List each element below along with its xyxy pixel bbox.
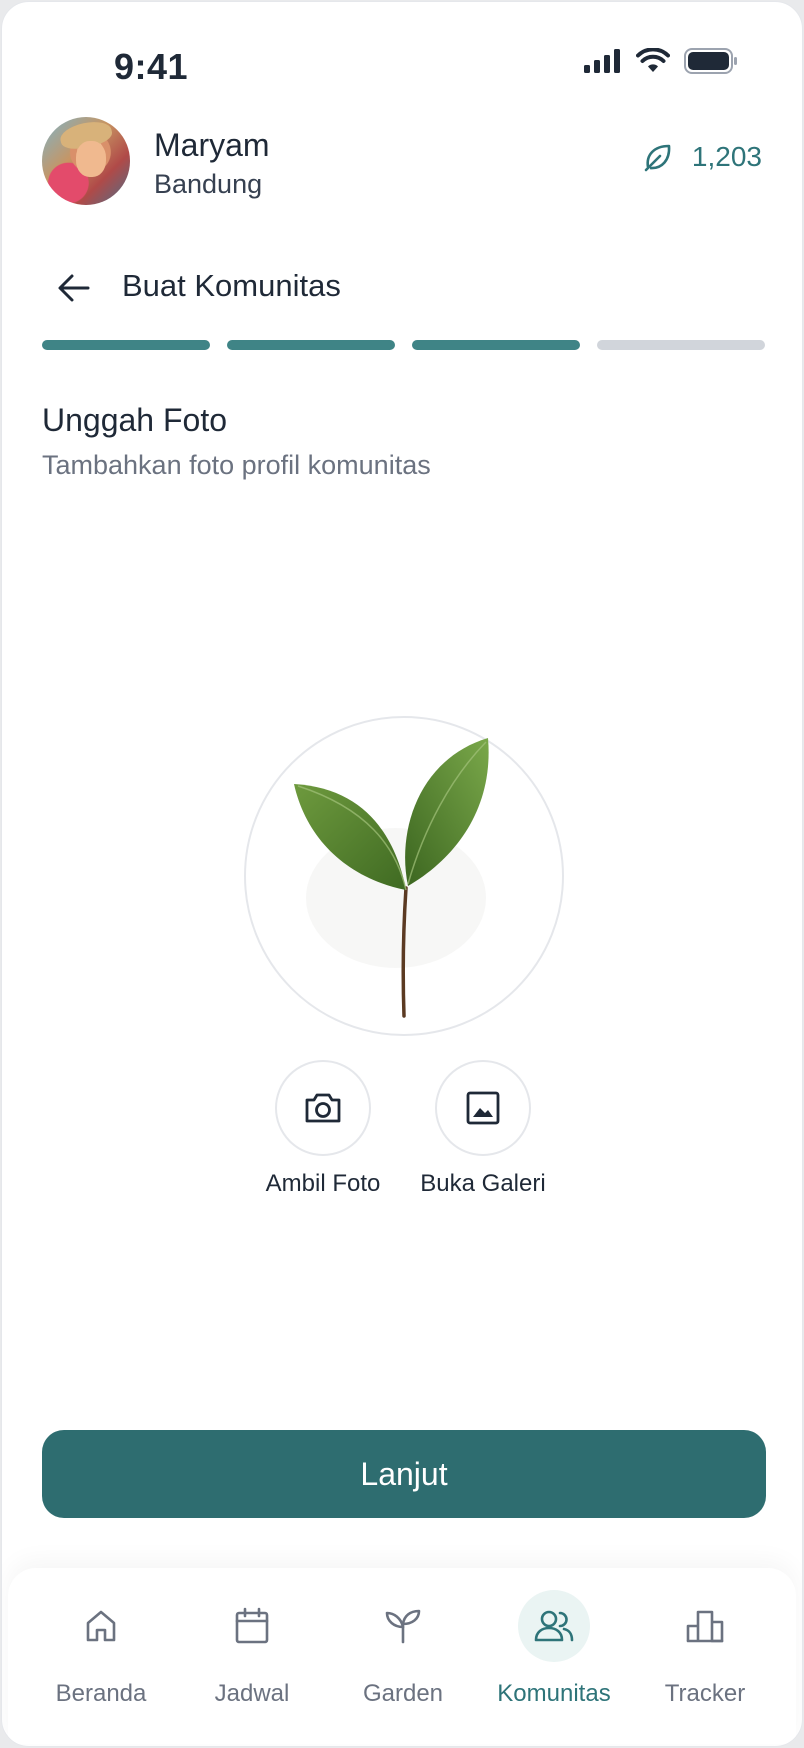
wifi-icon	[636, 48, 670, 72]
profile-header: Maryam Bandung 1,203	[42, 117, 762, 207]
user-city: Bandung	[154, 169, 263, 199]
open-gallery-label: Buka Galeri	[420, 1170, 546, 1197]
page-title: Buat Komunitas	[122, 268, 341, 303]
nav-label-beranda: Beranda	[55, 1680, 147, 1707]
nav-label-garden: Garden	[362, 1680, 444, 1707]
progress-step-1	[42, 340, 210, 350]
back-button[interactable]	[50, 264, 98, 312]
points-value: 1,203	[691, 141, 762, 172]
nav-label-jadwal: Jadwal	[214, 1680, 290, 1707]
camera-icon	[305, 1093, 341, 1123]
leaf-icon	[644, 144, 671, 172]
open-gallery-option[interactable]: Buka Galeri	[393, 1060, 573, 1198]
progress-step-3	[412, 340, 580, 350]
arrow-left-icon	[58, 274, 90, 302]
bar-chart-icon	[686, 1610, 724, 1643]
nav-item-jadwal[interactable]: Jadwal	[177, 1590, 327, 1708]
status-bar: 9:41	[2, 2, 802, 122]
progress-step-2	[227, 340, 395, 350]
home-icon	[86, 1610, 116, 1642]
sprout-icon	[385, 1609, 421, 1644]
nav-item-beranda[interactable]: Beranda	[26, 1590, 176, 1708]
bottom-nav: Beranda Jadwal Garden Komunitas Tracker	[8, 1568, 796, 1744]
nav-label-komunitas: Komunitas	[497, 1680, 611, 1707]
progress-step-4	[597, 340, 765, 350]
step-progress	[42, 340, 765, 350]
user-name: Maryam	[154, 127, 270, 163]
signal-icon	[584, 49, 620, 73]
avatar[interactable]	[42, 117, 130, 205]
status-icons	[584, 48, 738, 74]
nav-item-garden[interactable]: Garden	[328, 1590, 478, 1708]
phone-screen: 9:41 Maryam Bandung 1,203 Buat Komunitas…	[1, 1, 803, 1747]
users-icon	[534, 1610, 574, 1642]
nav-label-tracker: Tracker	[664, 1680, 746, 1707]
image-icon	[466, 1091, 500, 1125]
nav-item-komunitas[interactable]: Komunitas	[479, 1590, 629, 1708]
open-gallery-button[interactable]	[435, 1060, 531, 1156]
take-photo-button[interactable]	[275, 1060, 371, 1156]
status-time: 9:41	[114, 46, 189, 87]
calendar-icon	[235, 1607, 269, 1644]
photo-preview[interactable]	[244, 716, 564, 1036]
next-button[interactable]: Lanjut	[42, 1430, 766, 1518]
battery-icon	[684, 48, 737, 74]
nav-item-tracker[interactable]: Tracker	[630, 1590, 780, 1708]
sprout-photo	[294, 738, 489, 1018]
points-badge[interactable]: 1,203	[642, 141, 762, 173]
section-title: Unggah Foto	[42, 402, 228, 438]
take-photo-option[interactable]: Ambil Foto	[233, 1060, 413, 1198]
section-subtitle: Tambahkan foto profil komunitas	[42, 450, 431, 480]
take-photo-label: Ambil Foto	[265, 1170, 381, 1197]
